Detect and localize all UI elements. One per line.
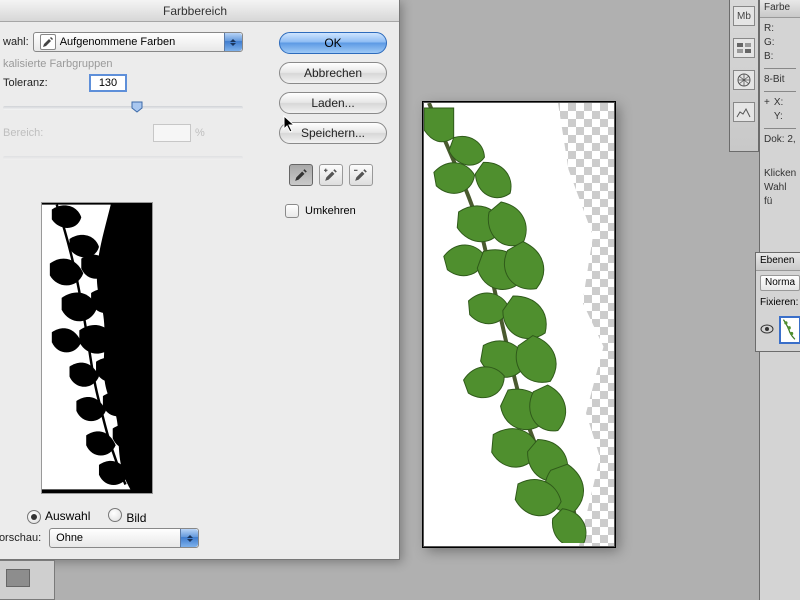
visibility-icon[interactable] bbox=[760, 322, 774, 336]
collapsed-panel-dock[interactable]: Mb bbox=[729, 0, 759, 152]
range-slider bbox=[3, 148, 243, 166]
info-r: R: bbox=[764, 22, 796, 36]
preview-combo[interactable]: Ohne bbox=[49, 528, 199, 548]
color-swatch bbox=[6, 569, 30, 587]
eyedropper-icon bbox=[40, 34, 56, 50]
layers-panel: Ebenen Norma Fixieren: bbox=[755, 252, 800, 352]
radio-selection[interactable]: Auswahl bbox=[27, 509, 90, 524]
lock-label: Fixieren: bbox=[760, 297, 796, 308]
invert-label: Umkehren bbox=[305, 205, 356, 217]
info-doc: Dok: 2, bbox=[764, 133, 796, 147]
info-bit: 8-Bit bbox=[764, 73, 796, 87]
info-g: G: bbox=[764, 36, 796, 50]
ivy-image bbox=[424, 103, 614, 543]
chevron-updown-icon bbox=[180, 529, 198, 547]
panel-icon[interactable]: Mb bbox=[733, 6, 755, 26]
ok-button[interactable]: OK bbox=[279, 32, 387, 54]
selection-preview[interactable] bbox=[41, 202, 153, 494]
slider-thumb-icon[interactable] bbox=[131, 101, 143, 113]
info-hint: Klicken bbox=[764, 167, 796, 181]
blend-mode-combo[interactable]: Norma bbox=[760, 275, 800, 291]
crosshair-icon: + bbox=[764, 96, 770, 110]
info-b: B: bbox=[764, 50, 796, 64]
preview-combo-value: Ohne bbox=[56, 532, 83, 544]
tolerance-slider[interactable] bbox=[3, 98, 243, 116]
range-unit: % bbox=[195, 127, 205, 139]
invert-checkbox[interactable] bbox=[285, 204, 299, 218]
range-label: Bereich: bbox=[3, 127, 85, 139]
radio-image[interactable]: Bild bbox=[108, 508, 146, 525]
layers-tab[interactable]: Ebenen bbox=[756, 253, 800, 271]
color-panel-tab[interactable]: Farbe bbox=[760, 0, 800, 18]
layer-thumbnail[interactable] bbox=[779, 316, 800, 344]
preview-combo-label: lvorschau: bbox=[0, 532, 41, 544]
eyedropper-tool[interactable] bbox=[289, 164, 313, 186]
histogram-icon[interactable] bbox=[733, 102, 755, 122]
eyedropper-plus-tool[interactable] bbox=[319, 164, 343, 186]
tolerance-label: Toleranz: bbox=[3, 77, 85, 89]
navigator-icon[interactable] bbox=[733, 70, 755, 90]
dialog-title: Farbbereich bbox=[0, 0, 399, 22]
range-input bbox=[153, 124, 191, 142]
select-label: wahl: bbox=[3, 36, 29, 48]
color-range-dialog: Farbbereich wahl: Aufgenommene Farben ka… bbox=[0, 0, 400, 560]
eyedropper-minus-tool[interactable] bbox=[349, 164, 373, 186]
select-combo[interactable]: Aufgenommene Farben bbox=[33, 32, 243, 52]
document-tab-bar bbox=[0, 560, 55, 600]
tolerance-input[interactable] bbox=[89, 74, 127, 92]
select-value: Aufgenommene Farben bbox=[60, 36, 176, 48]
save-button[interactable]: Speichern... bbox=[279, 122, 387, 144]
chevron-updown-icon bbox=[224, 33, 242, 51]
cancel-button[interactable]: Abbrechen bbox=[279, 62, 387, 84]
document-canvas[interactable] bbox=[423, 102, 615, 547]
info-hint2: Wahl fü bbox=[764, 181, 796, 209]
styles-icon[interactable] bbox=[733, 38, 755, 58]
load-button[interactable]: Laden... bbox=[279, 92, 387, 114]
